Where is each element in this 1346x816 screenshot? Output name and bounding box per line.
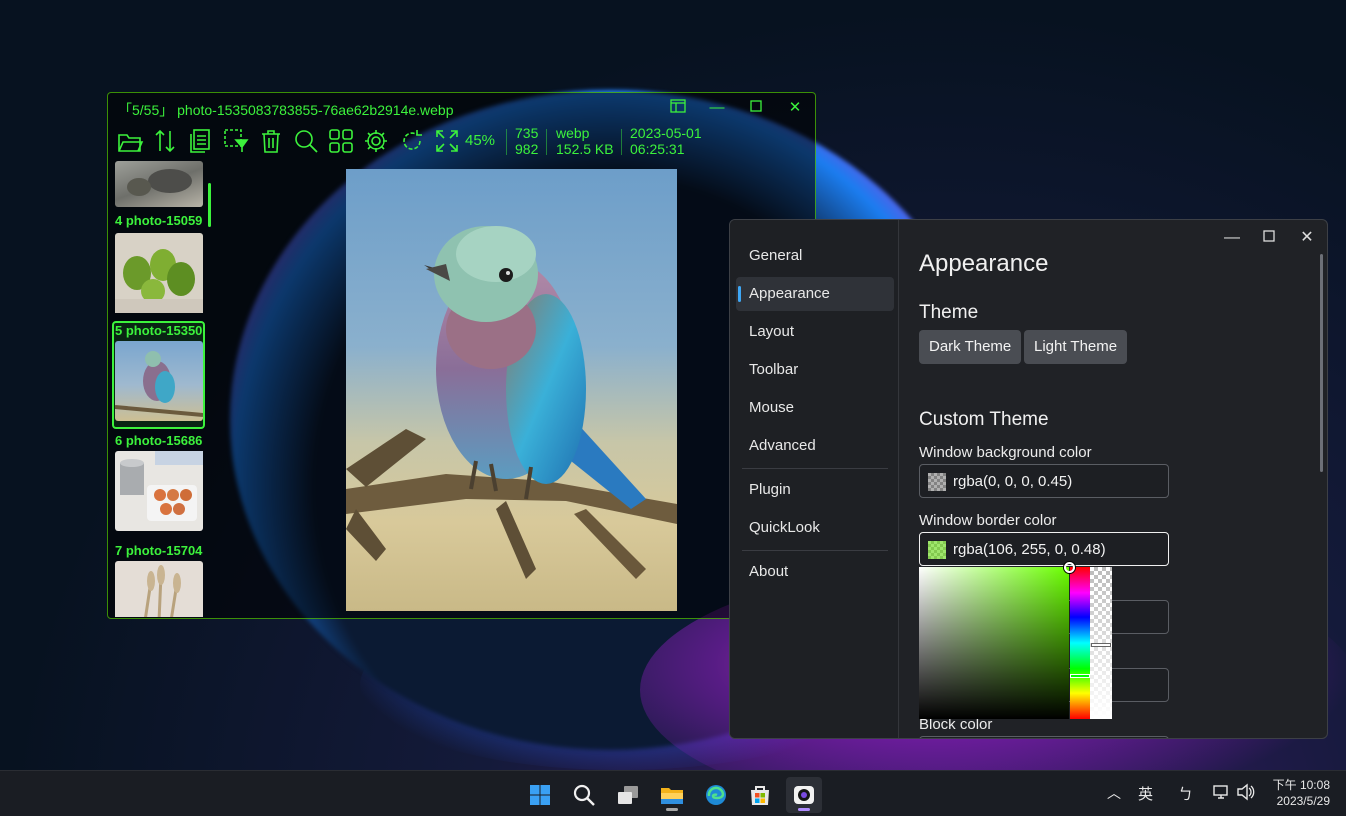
- border-color-field[interactable]: rgba(106, 255, 0, 0.48): [919, 532, 1169, 566]
- bg-color-label: Window background color: [919, 444, 1092, 461]
- custom-theme-heading: Custom Theme: [919, 409, 1049, 430]
- file-time: 06:25:31: [630, 141, 685, 157]
- delete-icon[interactable]: [257, 127, 285, 155]
- dark-theme-button[interactable]: Dark Theme: [919, 330, 1022, 364]
- rotate-icon[interactable]: [398, 127, 426, 155]
- border-color-value: rgba(106, 255, 0, 0.48): [953, 541, 1106, 558]
- edge-browser-icon[interactable]: [698, 777, 734, 813]
- show-hidden-icons-chevron-icon[interactable]: ︿: [1107, 783, 1121, 803]
- close-button[interactable]: ✕: [784, 99, 806, 117]
- toolbar-divider: [506, 129, 507, 155]
- close-button[interactable]: ✕: [1295, 228, 1319, 248]
- color-swatch: [928, 473, 946, 491]
- file-size: 152.5 KB: [556, 141, 614, 157]
- nav-item-mouse[interactable]: Mouse: [736, 391, 894, 425]
- microsoft-store-icon[interactable]: [742, 777, 778, 813]
- bg-color-field[interactable]: rgba(0, 0, 0, 0.45): [919, 464, 1169, 498]
- settings-gear-icon[interactable]: [362, 127, 390, 155]
- saturation-handle[interactable]: [1064, 562, 1075, 573]
- maximize-button[interactable]: [745, 99, 767, 117]
- thumbnail-label[interactable]: 7 photo-15704: [115, 543, 207, 558]
- nav-item-general[interactable]: General: [736, 239, 894, 273]
- toolbar-divider: [546, 129, 547, 155]
- input-method-indicator[interactable]: 英: [1138, 783, 1153, 804]
- hue-slider[interactable]: [1070, 567, 1090, 719]
- gallery-icon[interactable]: [327, 127, 355, 155]
- nav-divider: [742, 550, 888, 551]
- viewer-toolbar: 45% 735 982 webp 152.5 KB 2023-05-01 06:…: [114, 125, 804, 159]
- clock-date: 2023/5/29: [1276, 794, 1330, 808]
- minimize-button[interactable]: —: [1220, 228, 1244, 248]
- search-icon[interactable]: [292, 127, 320, 155]
- nav-item-layout[interactable]: Layout: [736, 315, 894, 349]
- nav-item-advanced[interactable]: Advanced: [736, 429, 894, 463]
- image-viewer-window: 「5/55」 photo-1535083783855-76ae62b2914e.…: [107, 92, 816, 619]
- light-theme-button[interactable]: Light Theme: [1024, 330, 1128, 364]
- nav-item-toolbar[interactable]: Toolbar: [736, 353, 894, 387]
- open-folder-icon[interactable]: [116, 127, 144, 155]
- thumbnail-image[interactable]: [115, 233, 203, 313]
- file-explorer-icon[interactable]: [654, 777, 690, 813]
- nav-item-appearance[interactable]: Appearance: [736, 277, 894, 311]
- color-picker[interactable]: [919, 562, 1113, 719]
- border-color-label: Window border color: [919, 512, 1057, 529]
- maximize-button[interactable]: [1257, 228, 1281, 248]
- nav-item-label: Appearance: [749, 285, 830, 302]
- color-swatch: [928, 541, 946, 559]
- alpha-handle[interactable]: [1091, 643, 1111, 647]
- viewer-titlebar[interactable]: 「5/55」 photo-1535083783855-76ae62b2914e.…: [108, 93, 815, 123]
- settings-sidebar: General Appearance Layout Toolbar Mouse …: [730, 220, 899, 738]
- toolbar-divider: [621, 129, 622, 155]
- thumbnail-strip[interactable]: 4 photo-15059 5 photo-15350 6 photo-1568…: [112, 161, 212, 617]
- settings-scrollbar[interactable]: [1320, 254, 1323, 472]
- image-format: webp: [556, 125, 590, 141]
- system-clock[interactable]: 下午 10:08 2023/5/29: [1273, 777, 1330, 809]
- save-icon[interactable]: [222, 127, 250, 155]
- layout-icon[interactable]: [667, 99, 689, 117]
- zoom-level[interactable]: 45%: [465, 133, 495, 149]
- thumbnail-image[interactable]: [115, 161, 203, 207]
- nav-divider: [742, 468, 888, 469]
- thumbnail-image[interactable]: [114, 341, 204, 421]
- volume-icon[interactable]: [1236, 783, 1256, 805]
- nav-active-indicator: [738, 286, 741, 302]
- image-width: 735: [515, 125, 539, 141]
- start-button[interactable]: [522, 777, 558, 813]
- image-viewer-app-icon[interactable]: [786, 777, 822, 813]
- block-color-field[interactable]: [919, 736, 1169, 738]
- page-title: Appearance: [919, 250, 1049, 277]
- clock-time: 下午 10:08: [1272, 778, 1330, 792]
- taskbar: ︿ 英 ㄅ 下午 10:08 2023/5/29: [0, 770, 1346, 816]
- nav-item-plugin[interactable]: Plugin: [736, 473, 894, 507]
- search-icon[interactable]: [566, 777, 602, 813]
- viewer-title: 「5/55」 photo-1535083783855-76ae62b2914e.…: [118, 102, 454, 118]
- sort-icon[interactable]: [151, 127, 179, 155]
- thumbnail-label[interactable]: 5 photo-15350: [115, 323, 207, 338]
- task-view-icon[interactable]: [610, 777, 646, 813]
- file-date: 2023-05-01: [630, 125, 702, 141]
- main-image[interactable]: [346, 169, 677, 611]
- thumbnail-label[interactable]: 6 photo-15686: [115, 433, 207, 448]
- hue-handle[interactable]: [1070, 674, 1090, 678]
- copy-icon[interactable]: [186, 127, 214, 155]
- image-height: 982: [515, 141, 539, 157]
- bg-color-value: rgba(0, 0, 0, 0.45): [953, 473, 1073, 490]
- thumbnail-scrollbar[interactable]: [208, 183, 211, 227]
- settings-window: General Appearance Layout Toolbar Mouse …: [729, 219, 1328, 739]
- nav-item-quicklook[interactable]: QuickLook: [736, 511, 894, 545]
- theme-heading: Theme: [919, 302, 979, 323]
- thumbnail-image[interactable]: [115, 451, 203, 531]
- ime-mode-icon[interactable]: ㄅ: [1178, 783, 1193, 804]
- thumbnail-label[interactable]: 4 photo-15059: [115, 213, 207, 228]
- network-icon[interactable]: [1212, 783, 1230, 805]
- saturation-value-area[interactable]: [919, 567, 1069, 719]
- thumbnail-image[interactable]: [115, 561, 203, 617]
- nav-item-about[interactable]: About: [736, 555, 894, 589]
- fullscreen-icon[interactable]: [433, 127, 461, 155]
- minimize-button[interactable]: —: [706, 99, 728, 117]
